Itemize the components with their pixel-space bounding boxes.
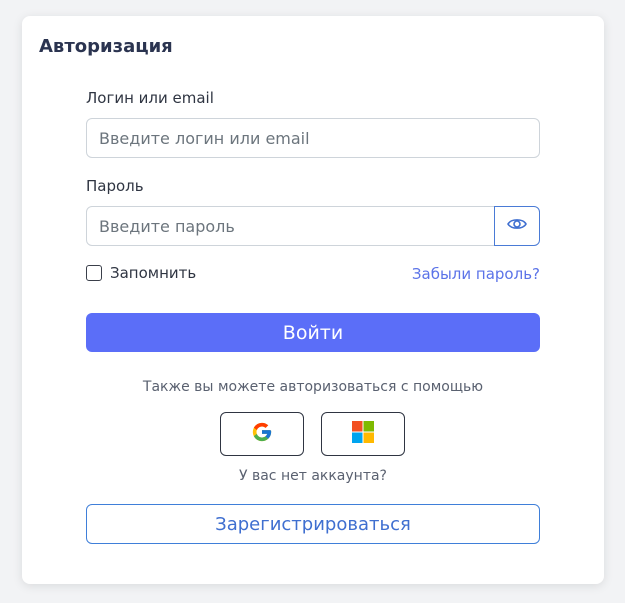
password-input[interactable] <box>86 206 495 246</box>
google-login-button[interactable] <box>220 412 304 456</box>
show-password-button[interactable] <box>494 206 540 246</box>
forgot-password-link[interactable]: Забыли пароль? <box>412 265 540 283</box>
login-card: Авторизация Логин или email Пароль Запом… <box>22 16 604 584</box>
eye-icon <box>507 217 527 236</box>
social-login-prompt: Также вы можете авторизоваться с помощью <box>142 379 484 395</box>
google-icon <box>251 421 273 448</box>
microsoft-login-button[interactable] <box>321 412 405 456</box>
microsoft-icon <box>352 420 374 448</box>
password-label: Пароль <box>86 177 144 195</box>
register-button[interactable]: Зарегистрироваться <box>86 504 540 544</box>
remember-label: Запомнить <box>110 264 197 282</box>
login-input[interactable] <box>86 118 540 158</box>
remember-checkbox[interactable] <box>86 265 102 281</box>
remember-me[interactable]: Запомнить <box>86 264 196 282</box>
no-account-text: У вас нет аккаунта? <box>238 468 387 484</box>
login-label: Логин или email <box>86 89 214 107</box>
login-button[interactable]: Войти <box>86 313 540 352</box>
card-title: Авторизация <box>39 36 173 57</box>
